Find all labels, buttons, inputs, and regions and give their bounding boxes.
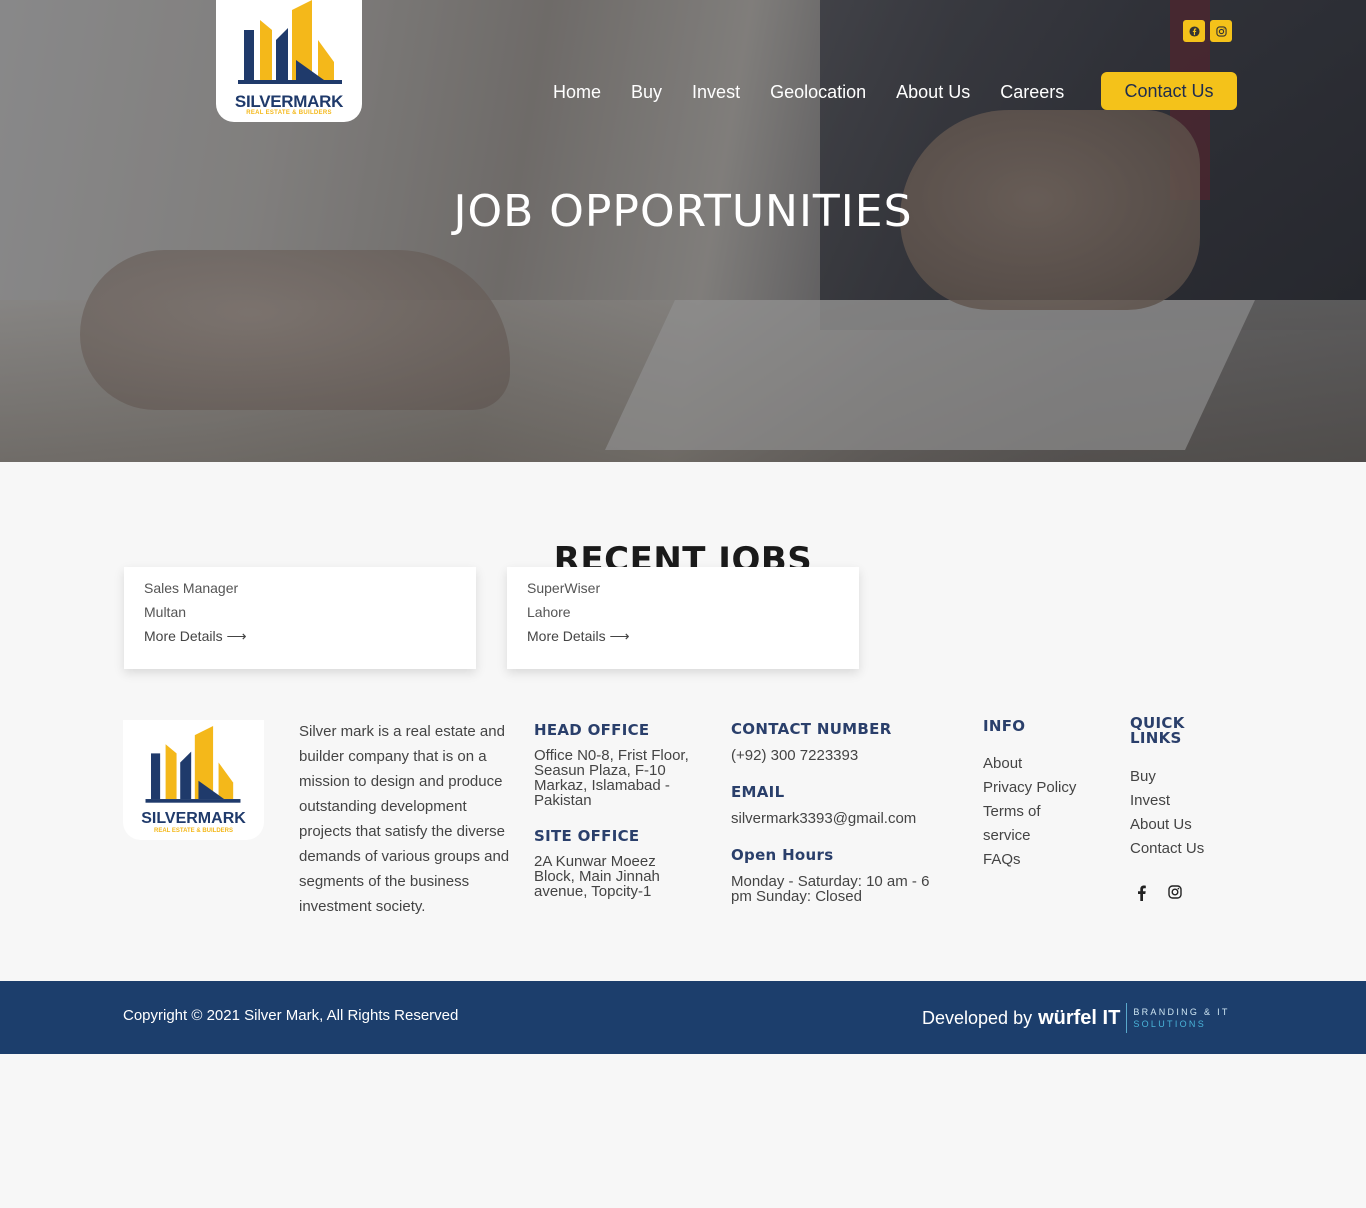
facebook-icon[interactable] bbox=[1183, 20, 1205, 42]
footer-socials bbox=[1130, 885, 1240, 901]
tagline-line-2: SOLUTIONS bbox=[1133, 1019, 1207, 1029]
developer-credit[interactable]: Developed by würfel IT BRANDING & IT SOL… bbox=[922, 1003, 1230, 1033]
recent-jobs-heading: RECENT JOBS bbox=[553, 540, 813, 567]
logo-wordmark: SILVERMARK bbox=[141, 810, 246, 827]
logo-wordmark: SILVERMARK bbox=[234, 92, 344, 111]
logo-tagline: REAL ESTATE & BUILDERS bbox=[246, 110, 332, 116]
footer-link-contact-us[interactable]: Contact Us bbox=[1130, 837, 1240, 861]
footer-link-faqs[interactable]: FAQs bbox=[983, 848, 1103, 872]
more-details-link[interactable]: More Details ⟶ bbox=[527, 628, 839, 652]
footer-contact: CONTACT NUMBER (+92) 300 7223393 EMAIL s… bbox=[731, 720, 951, 904]
developed-by-label: Developed by bbox=[922, 1007, 1033, 1028]
job-location: Lahore bbox=[527, 604, 571, 620]
footer-link-terms[interactable]: Terms of service bbox=[983, 800, 1063, 848]
more-details-link[interactable]: More Details ⟶ bbox=[144, 628, 456, 652]
quick-links-label: QUICK LINKS bbox=[1130, 714, 1185, 747]
contact-number[interactable]: (+92) 300 7223393 bbox=[731, 748, 951, 763]
job-location: Multan bbox=[144, 604, 187, 620]
job-card: Sales Manager Multan More Details ⟶ bbox=[124, 567, 476, 669]
nav-careers[interactable]: Careers bbox=[1000, 82, 1064, 103]
email-address[interactable]: silvermark3393@gmail.com bbox=[731, 811, 951, 826]
nav-home[interactable]: Home bbox=[553, 82, 601, 103]
footer-link-invest[interactable]: Invest bbox=[1130, 789, 1240, 813]
job-title: Sales Manager bbox=[144, 580, 239, 596]
footer-quick-links: QUICK LINKS Buy Invest About Us Contact … bbox=[1130, 716, 1240, 901]
facebook-icon[interactable] bbox=[1134, 885, 1148, 901]
hero-banner: SILVERMARK REAL ESTATE & BUILDERS Home B… bbox=[0, 0, 1366, 462]
nav-about-us[interactable]: About Us bbox=[896, 82, 970, 103]
footer-link-privacy[interactable]: Privacy Policy bbox=[983, 776, 1103, 800]
footer-logo[interactable]: SILVERMARK REAL ESTATE & BUILDERS bbox=[123, 720, 264, 840]
header-logo[interactable]: SILVERMARK REAL ESTATE & BUILDERS bbox=[216, 0, 362, 122]
developer-tagline: BRANDING & IT SOLUTIONS bbox=[1133, 1006, 1229, 1030]
site-office-address: 2A Kunwar Moeez Block, Main Jinnah avenu… bbox=[534, 853, 660, 900]
footer-about: Silver mark is a real estate and builder… bbox=[299, 723, 510, 915]
brand-divider bbox=[1126, 1003, 1128, 1033]
instagram-icon[interactable] bbox=[1168, 885, 1182, 899]
contact-number-label: CONTACT NUMBER bbox=[731, 720, 892, 738]
contact-us-button[interactable]: Contact Us bbox=[1101, 72, 1237, 110]
logo-building-icon bbox=[238, 0, 342, 84]
job-title: SuperWiser bbox=[527, 580, 601, 596]
nav-invest[interactable]: Invest bbox=[692, 82, 740, 103]
header-socials bbox=[1183, 20, 1232, 42]
footer-link-about[interactable]: About bbox=[983, 752, 1103, 776]
footer-info: INFO About Privacy Policy Terms of servi… bbox=[983, 717, 1103, 872]
site-office-label: SITE OFFICE bbox=[534, 827, 640, 845]
open-hours: Monday - Saturday: 10 am - 6 pm Sunday: … bbox=[731, 873, 930, 905]
nav-geolocation[interactable]: Geolocation bbox=[770, 82, 866, 103]
info-label: INFO bbox=[983, 717, 1026, 735]
main-nav: Home Buy Invest Geolocation About Us Car… bbox=[553, 82, 1064, 103]
job-card: SuperWiser Lahore More Details ⟶ bbox=[507, 567, 859, 669]
footer-offices: HEAD OFFICE Office N0-8, Frist Floor, Se… bbox=[534, 721, 714, 899]
page-title: JOB OPPORTUNITIES bbox=[453, 186, 913, 237]
head-office-label: HEAD OFFICE bbox=[534, 721, 650, 739]
head-office-address: Office N0-8, Frist Floor, Seasun Plaza, … bbox=[534, 747, 689, 809]
footer-link-about-us[interactable]: About Us bbox=[1130, 813, 1240, 837]
footer-link-buy[interactable]: Buy bbox=[1130, 765, 1240, 789]
tagline-line-1: BRANDING & IT bbox=[1133, 1007, 1230, 1017]
email-label: EMAIL bbox=[731, 783, 785, 801]
logo-building-icon bbox=[145, 726, 241, 803]
nav-buy[interactable]: Buy bbox=[631, 82, 662, 103]
copyright-text: Copyright © 2021 Silver Mark, All Rights… bbox=[123, 1007, 459, 1024]
developer-brand: würfel IT bbox=[1038, 1006, 1121, 1029]
open-hours-label: Open Hours bbox=[731, 846, 834, 864]
logo-tagline: REAL ESTATE & BUILDERS bbox=[153, 828, 233, 834]
instagram-icon[interactable] bbox=[1210, 20, 1232, 42]
